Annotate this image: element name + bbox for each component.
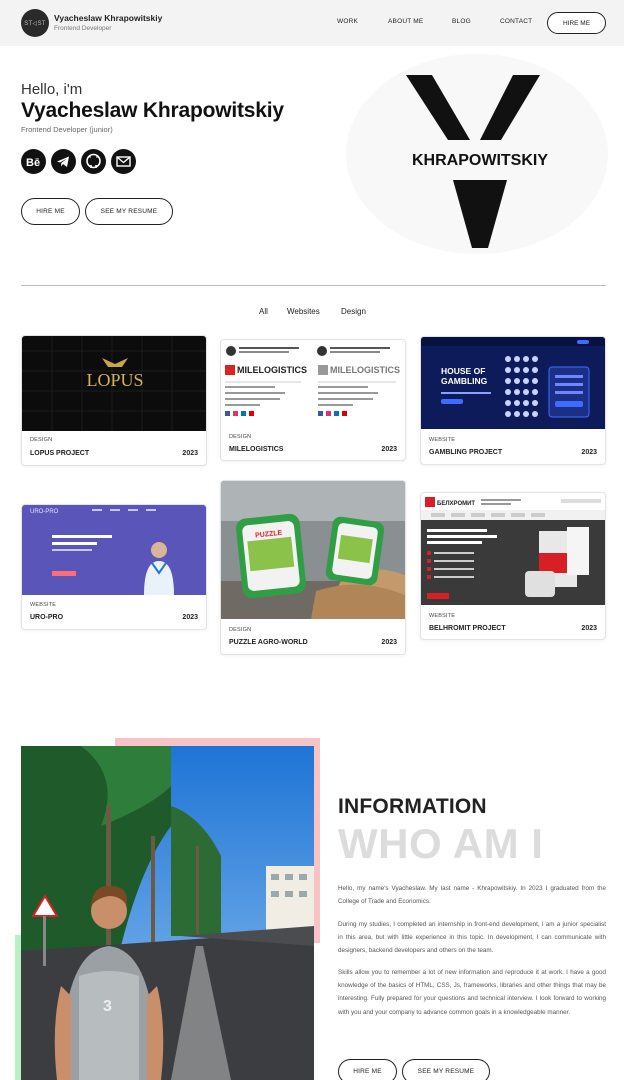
thumb-label: БЕЛХРОМИТ bbox=[437, 501, 475, 507]
project-year: 2023 bbox=[381, 446, 397, 453]
project-title: GAMBLING PROJECT bbox=[429, 449, 503, 456]
hero-hire-button[interactable]: HIRE ME bbox=[21, 198, 80, 225]
project-thumbnail: HOUSE OF GAMBLING bbox=[421, 337, 605, 429]
nav-about-me[interactable]: ABOUT ME bbox=[388, 18, 423, 25]
filter-all[interactable]: All bbox=[259, 307, 268, 316]
project-year: 2023 bbox=[182, 450, 198, 457]
project-card[interactable]: LOPUS DESIGN LOPUS PROJECT 2023 bbox=[21, 335, 207, 466]
project-title: MILELOGISTICS bbox=[229, 446, 284, 453]
project-category: DESIGN bbox=[229, 627, 252, 633]
hero-name: Vyacheslaw Khrapowitskiy bbox=[21, 99, 284, 122]
about-paragraph: During my studies, I completed an intern… bbox=[338, 921, 606, 955]
behance-icon[interactable]: Bē bbox=[21, 149, 46, 174]
hero-resume-button[interactable]: SEE MY RESUME bbox=[85, 198, 173, 225]
project-title: LOPUS PROJECT bbox=[30, 450, 90, 457]
svg-text:3: 3 bbox=[103, 998, 112, 1015]
nav-work[interactable]: WORK bbox=[337, 18, 358, 25]
github-icon[interactable] bbox=[81, 149, 106, 174]
brand-role: Frontend Developer bbox=[54, 25, 112, 32]
svg-text:GAMBLING: GAMBLING bbox=[441, 376, 488, 386]
header-hire-button[interactable]: HIRE ME bbox=[547, 12, 606, 34]
project-title: BELHROMIT PROJECT bbox=[429, 625, 506, 632]
v-logo-icon: KHRAPOWITSKIY bbox=[406, 75, 548, 248]
about-paragraph: Skills allow you to remember a lot of ne… bbox=[338, 969, 606, 1016]
project-card[interactable]: HOUSE OF GAMBLING WEBSITE GAMBLING PROJE… bbox=[420, 336, 606, 465]
project-title: PUZZLE AGRO-WORLD bbox=[229, 639, 308, 646]
project-category: WEBSITE bbox=[429, 613, 456, 619]
project-thumbnail: PUZZLE bbox=[221, 481, 405, 619]
section-divider bbox=[21, 285, 606, 286]
project-card[interactable]: MILELOGISTICS MILELOGISTICS DESIGN MILEL… bbox=[220, 339, 406, 461]
project-year: 2023 bbox=[182, 614, 198, 621]
project-title: URO-PRO bbox=[30, 614, 64, 621]
about-paragraph: Hello, my name's Vyacheslaw. My last nam… bbox=[338, 885, 606, 906]
project-card[interactable]: PUZZLE DESIGN PUZZLE AGRO-WORLD 2023 bbox=[220, 480, 406, 655]
project-year: 2023 bbox=[581, 625, 597, 632]
about-heading: INFORMATION bbox=[338, 795, 487, 818]
svg-text:HOUSE OF: HOUSE OF bbox=[441, 366, 485, 376]
svg-text:MILELOGISTICS: MILELOGISTICS bbox=[330, 365, 400, 375]
thumb-label: LOPUS bbox=[86, 370, 143, 390]
project-thumbnail: БЕЛХРОМИТ bbox=[421, 493, 605, 605]
project-thumbnail: URO-PRO bbox=[22, 505, 206, 595]
project-card[interactable]: URO-PRO WEBSITE URO-PRO 2023 bbox=[21, 504, 207, 630]
site-logo[interactable]: ST◁ST bbox=[21, 9, 49, 37]
logo-text: ST◁ST bbox=[24, 20, 46, 27]
about-subheading: WHO AM I bbox=[338, 820, 544, 867]
project-category: DESIGN bbox=[229, 434, 252, 440]
telegram-icon[interactable] bbox=[51, 149, 76, 174]
filter-websites[interactable]: Websites bbox=[287, 307, 320, 316]
mail-icon[interactable] bbox=[111, 149, 136, 174]
about-resume-button[interactable]: SEE MY RESUME bbox=[402, 1059, 490, 1080]
project-category: WEBSITE bbox=[30, 602, 57, 608]
project-year: 2023 bbox=[381, 639, 397, 646]
svg-text:Bē: Bē bbox=[26, 157, 40, 169]
project-year: 2023 bbox=[581, 449, 597, 456]
thumb-label: MILELOGISTICS bbox=[237, 365, 307, 375]
project-thumbnail: MILELOGISTICS MILELOGISTICS bbox=[221, 340, 405, 426]
thumb-label: URO-PRO bbox=[30, 509, 59, 515]
profile-photo: 3 bbox=[21, 746, 314, 1080]
nav-blog[interactable]: BLOG bbox=[452, 18, 471, 25]
hero-greeting: Hello, i'm bbox=[21, 81, 83, 98]
nav-contact[interactable]: CONTACT bbox=[500, 18, 532, 25]
hero-logo-text: KHRAPOWITSKIY bbox=[412, 152, 548, 169]
project-thumbnail: LOPUS bbox=[22, 336, 206, 431]
hero-role: Frontend Developer (junior) bbox=[21, 125, 113, 134]
project-category: DESIGN bbox=[30, 437, 53, 443]
filter-design[interactable]: Design bbox=[341, 307, 366, 316]
brand-name: Vyacheslaw Khrapowitskiy bbox=[54, 13, 163, 23]
project-card[interactable]: БЕЛХРОМИТ WEBSITE BELHROMIT PROJECT 2023 bbox=[420, 492, 606, 640]
about-hire-button[interactable]: HIRE ME bbox=[338, 1059, 397, 1080]
project-category: WEBSITE bbox=[429, 437, 456, 443]
site-header: ST◁ST Vyacheslaw Khrapowitskiy Frontend … bbox=[0, 0, 624, 46]
